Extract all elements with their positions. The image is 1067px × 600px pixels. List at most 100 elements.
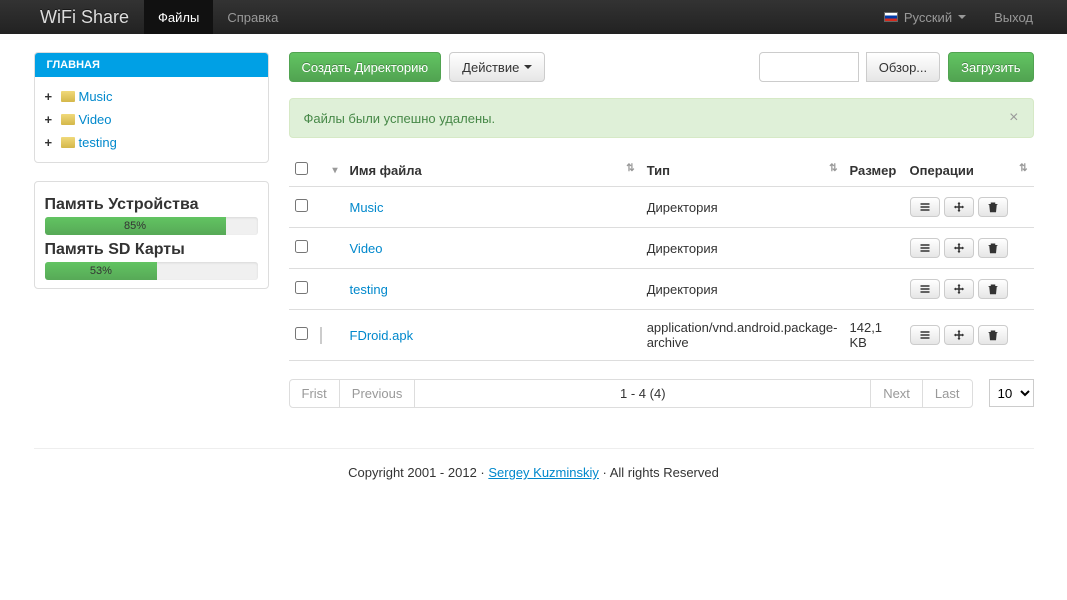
device-memory-label: Память Устройства: [45, 196, 258, 214]
file-type: Директория: [641, 269, 844, 310]
trash-icon: [987, 201, 999, 213]
table-row: FDroid.apk application/vnd.android.packa…: [289, 310, 1034, 361]
tree-item[interactable]: + testing: [45, 131, 258, 154]
delete-action-button[interactable]: [978, 325, 1008, 345]
nav-help[interactable]: Справка: [213, 0, 292, 34]
file-size: [844, 228, 904, 269]
header-ops: Операции: [910, 163, 974, 178]
caret-down-icon: [958, 15, 966, 19]
header-size[interactable]: Размер: [850, 163, 897, 178]
upload-button[interactable]: Загрузить: [948, 52, 1033, 82]
caret-down-icon: [524, 65, 532, 69]
file-table: ▾ Имя файла ⇅ Тип ⇅ Размер Операции ⇅ Music…: [289, 154, 1034, 361]
footer-author-link[interactable]: Sergey Kuzminskiy: [488, 465, 599, 480]
list-action-button[interactable]: [910, 325, 940, 345]
file-link[interactable]: Video: [350, 241, 383, 256]
language-label: Русский: [904, 10, 952, 25]
tree-item[interactable]: + Music: [45, 85, 258, 108]
sd-memory-pct: 53%: [90, 265, 112, 277]
list-icon: [919, 242, 931, 254]
alert-message: Файлы были успешно удалены.: [304, 111, 496, 126]
sort-icon[interactable]: ⇅: [829, 163, 837, 174]
file-size: [844, 269, 904, 310]
move-action-button[interactable]: [944, 325, 974, 345]
table-row: Music Директория: [289, 187, 1034, 228]
pager-next[interactable]: Next: [870, 379, 923, 408]
header-type[interactable]: Тип: [647, 163, 670, 178]
device-memory-bar: 85%: [45, 217, 258, 235]
footer: Copyright 2001 - 2012 · Sergey Kuzminski…: [34, 448, 1034, 496]
file-type: application/vnd.android.package-archive: [641, 310, 844, 361]
delete-action-button[interactable]: [978, 197, 1008, 217]
sort-icon[interactable]: ▾: [332, 165, 337, 176]
row-checkbox[interactable]: [295, 199, 308, 212]
flag-ru-icon: [884, 12, 898, 22]
move-icon: [953, 329, 965, 341]
table-row: testing Директория: [289, 269, 1034, 310]
folder-icon: [61, 114, 75, 125]
trash-icon: [987, 242, 999, 254]
action-dropdown[interactable]: Действие: [449, 52, 545, 82]
list-action-button[interactable]: [910, 238, 940, 258]
tree-expand-icon[interactable]: +: [45, 135, 57, 150]
navbar: WiFi Share Файлы Справка Русский Выход: [0, 0, 1067, 34]
browse-button[interactable]: Обзор...: [866, 52, 940, 82]
create-directory-button[interactable]: Создать Директорию: [289, 52, 442, 82]
tree-expand-icon[interactable]: +: [45, 89, 57, 104]
header-name[interactable]: Имя файла: [350, 163, 422, 178]
trash-icon: [987, 329, 999, 341]
pager-first[interactable]: Frist: [289, 379, 340, 408]
row-checkbox[interactable]: [295, 327, 308, 340]
move-action-button[interactable]: [944, 279, 974, 299]
row-checkbox[interactable]: [295, 281, 308, 294]
tree-item[interactable]: + Video: [45, 108, 258, 131]
nav-logout[interactable]: Выход: [980, 0, 1047, 34]
sidebar: ГЛАВНАЯ + Music+ Video+ testing Память У…: [34, 52, 269, 408]
trash-icon: [987, 283, 999, 295]
table-row: Video Директория: [289, 228, 1034, 269]
tree-link[interactable]: testing: [79, 135, 117, 150]
file-size: [844, 187, 904, 228]
list-action-button[interactable]: [910, 279, 940, 299]
move-icon: [953, 283, 965, 295]
page-size-select[interactable]: 10: [989, 379, 1034, 407]
file-path-input[interactable]: [759, 52, 859, 82]
pager-previous[interactable]: Previous: [339, 379, 416, 408]
list-icon: [919, 329, 931, 341]
main: Создать Директорию Действие Обзор... Заг…: [289, 52, 1034, 408]
list-icon: [919, 283, 931, 295]
sort-icon[interactable]: ⇅: [1019, 163, 1027, 174]
tree-panel: ГЛАВНАЯ + Music+ Video+ testing: [34, 52, 269, 163]
select-all-checkbox[interactable]: [295, 162, 308, 175]
memory-panel: Память Устройства 85% Память SD Карты 53…: [34, 181, 269, 289]
delete-action-button[interactable]: [978, 238, 1008, 258]
file-link[interactable]: Music: [350, 200, 384, 215]
sort-icon[interactable]: ⇅: [626, 163, 634, 174]
move-icon: [953, 201, 965, 213]
nav-files[interactable]: Файлы: [144, 0, 213, 34]
pager-info: 1 - 4 (4): [414, 379, 871, 408]
document-icon: [320, 327, 322, 344]
tree-link[interactable]: Video: [79, 112, 112, 127]
pager-last[interactable]: Last: [922, 379, 973, 408]
tree-header: ГЛАВНАЯ: [35, 53, 268, 77]
file-link[interactable]: FDroid.apk: [350, 328, 414, 343]
sd-memory-bar: 53%: [45, 262, 258, 280]
file-link[interactable]: testing: [350, 282, 388, 297]
move-action-button[interactable]: [944, 238, 974, 258]
success-alert: Файлы были успешно удалены. ×: [289, 98, 1034, 138]
tree-link[interactable]: Music: [79, 89, 113, 104]
device-memory-pct: 85%: [124, 220, 146, 232]
alert-close-button[interactable]: ×: [1009, 109, 1018, 127]
file-type: Директория: [641, 187, 844, 228]
tree-expand-icon[interactable]: +: [45, 112, 57, 127]
delete-action-button[interactable]: [978, 279, 1008, 299]
move-action-button[interactable]: [944, 197, 974, 217]
list-icon: [919, 201, 931, 213]
folder-icon: [61, 91, 75, 102]
language-dropdown[interactable]: Русский: [870, 0, 980, 34]
sd-memory-label: Память SD Карты: [45, 241, 258, 259]
brand: WiFi Share: [40, 7, 129, 28]
list-action-button[interactable]: [910, 197, 940, 217]
row-checkbox[interactable]: [295, 240, 308, 253]
